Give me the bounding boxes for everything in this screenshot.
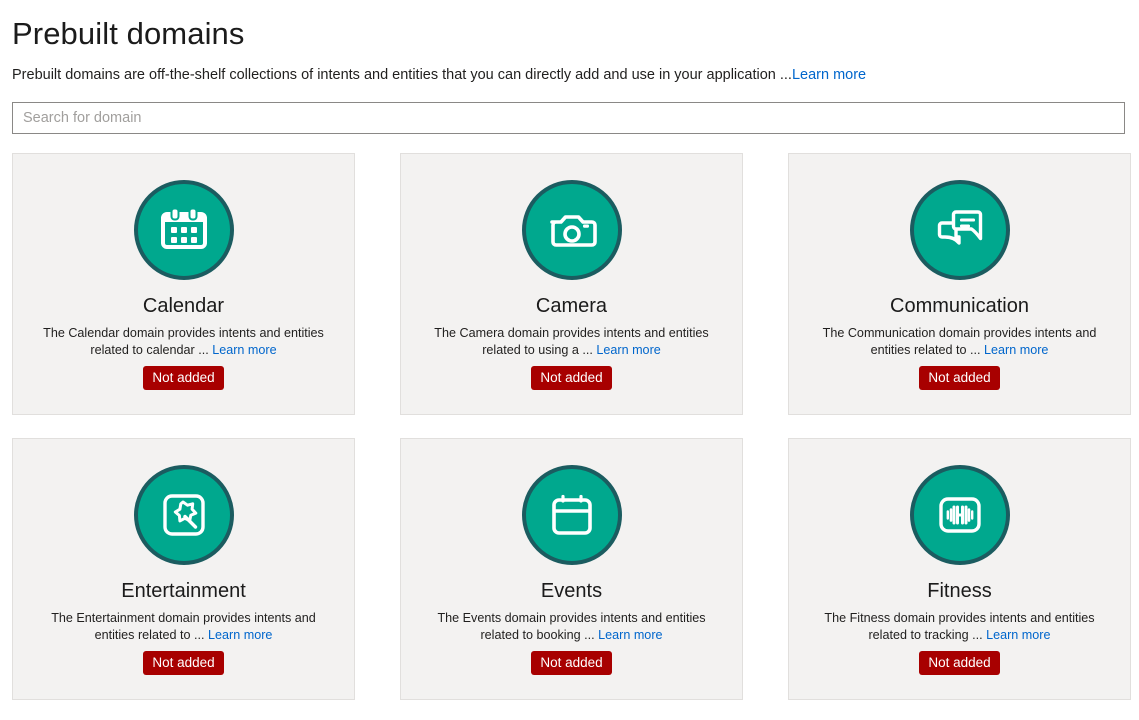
domain-card-camera[interactable]: Camera The Camera domain provides intent… bbox=[400, 153, 743, 415]
prebuilt-domains-page: Prebuilt domains Prebuilt domains are of… bbox=[0, 0, 1139, 720]
card-description: The Camera domain provides intents and e… bbox=[422, 325, 722, 358]
card-title: Fitness bbox=[927, 580, 992, 602]
card-description: The Entertainment domain provides intent… bbox=[34, 610, 334, 643]
card-description: The Calendar domain provides intents and… bbox=[34, 325, 334, 358]
card-title: Calendar bbox=[142, 295, 225, 317]
header-learn-more-link[interactable]: Learn more bbox=[792, 67, 866, 83]
status-badge[interactable]: Not added bbox=[143, 651, 224, 675]
status-badge[interactable]: Not added bbox=[919, 651, 1000, 675]
card-description: The Events domain provides intents and e… bbox=[422, 610, 722, 643]
page-subtitle: Prebuilt domains are off-the-shelf colle… bbox=[12, 54, 1127, 85]
search-container bbox=[12, 85, 1127, 134]
card-description-text: The Calendar domain provides intents and… bbox=[43, 326, 324, 357]
card-description-text: The Fitness domain provides intents and … bbox=[824, 611, 1095, 642]
card-description-text: The Events domain provides intents and e… bbox=[437, 611, 706, 642]
domain-card-grid: Calendar The Calendar domain provides in… bbox=[12, 134, 1131, 700]
status-badge[interactable]: Not added bbox=[143, 366, 224, 390]
card-title: Entertainment bbox=[121, 580, 246, 602]
card-learn-more-link[interactable]: Learn more bbox=[596, 343, 660, 357]
card-learn-more-link[interactable]: Learn more bbox=[212, 343, 276, 357]
card-learn-more-link[interactable]: Learn more bbox=[986, 628, 1050, 642]
card-description: The Fitness domain provides intents and … bbox=[810, 610, 1110, 643]
page-title: Prebuilt domains bbox=[12, 16, 245, 51]
card-description-text: The Camera domain provides intents and e… bbox=[434, 326, 709, 357]
card-description-text: The Communication domain provides intent… bbox=[822, 326, 1097, 357]
domain-card-entertainment[interactable]: Entertainment The Entertainment domain p… bbox=[12, 438, 355, 700]
card-learn-more-link[interactable]: Learn more bbox=[984, 343, 1048, 357]
card-title: Communication bbox=[890, 295, 1029, 317]
card-learn-more-link[interactable]: Learn more bbox=[208, 628, 272, 642]
page-subtitle-text: Prebuilt domains are off-the-shelf colle… bbox=[12, 67, 792, 83]
status-badge[interactable]: Not added bbox=[919, 366, 1000, 390]
domain-card-calendar[interactable]: Calendar The Calendar domain provides in… bbox=[12, 153, 355, 415]
camera-icon bbox=[521, 180, 622, 280]
calendar-grid-icon bbox=[133, 180, 234, 280]
card-learn-more-link[interactable]: Learn more bbox=[598, 628, 662, 642]
status-badge[interactable]: Not added bbox=[531, 366, 612, 390]
domain-card-communication[interactable]: Communication The Communication domain p… bbox=[788, 153, 1131, 415]
card-description-text: The Entertainment domain provides intent… bbox=[51, 611, 316, 642]
calendar-outline-icon bbox=[521, 465, 622, 565]
domain-card-events[interactable]: Events The Events domain provides intent… bbox=[400, 438, 743, 700]
card-description: The Communication domain provides intent… bbox=[810, 325, 1110, 358]
chat-bubbles-icon bbox=[909, 180, 1010, 280]
card-title: Camera bbox=[535, 295, 608, 317]
search-input[interactable] bbox=[12, 102, 1125, 134]
status-badge[interactable]: Not added bbox=[531, 651, 612, 675]
domain-card-fitness[interactable]: Fitness The Fitness domain provides inte… bbox=[788, 438, 1131, 700]
dumbbell-icon bbox=[909, 465, 1010, 565]
magic-wand-icon bbox=[133, 465, 234, 565]
card-title: Events bbox=[540, 580, 603, 602]
